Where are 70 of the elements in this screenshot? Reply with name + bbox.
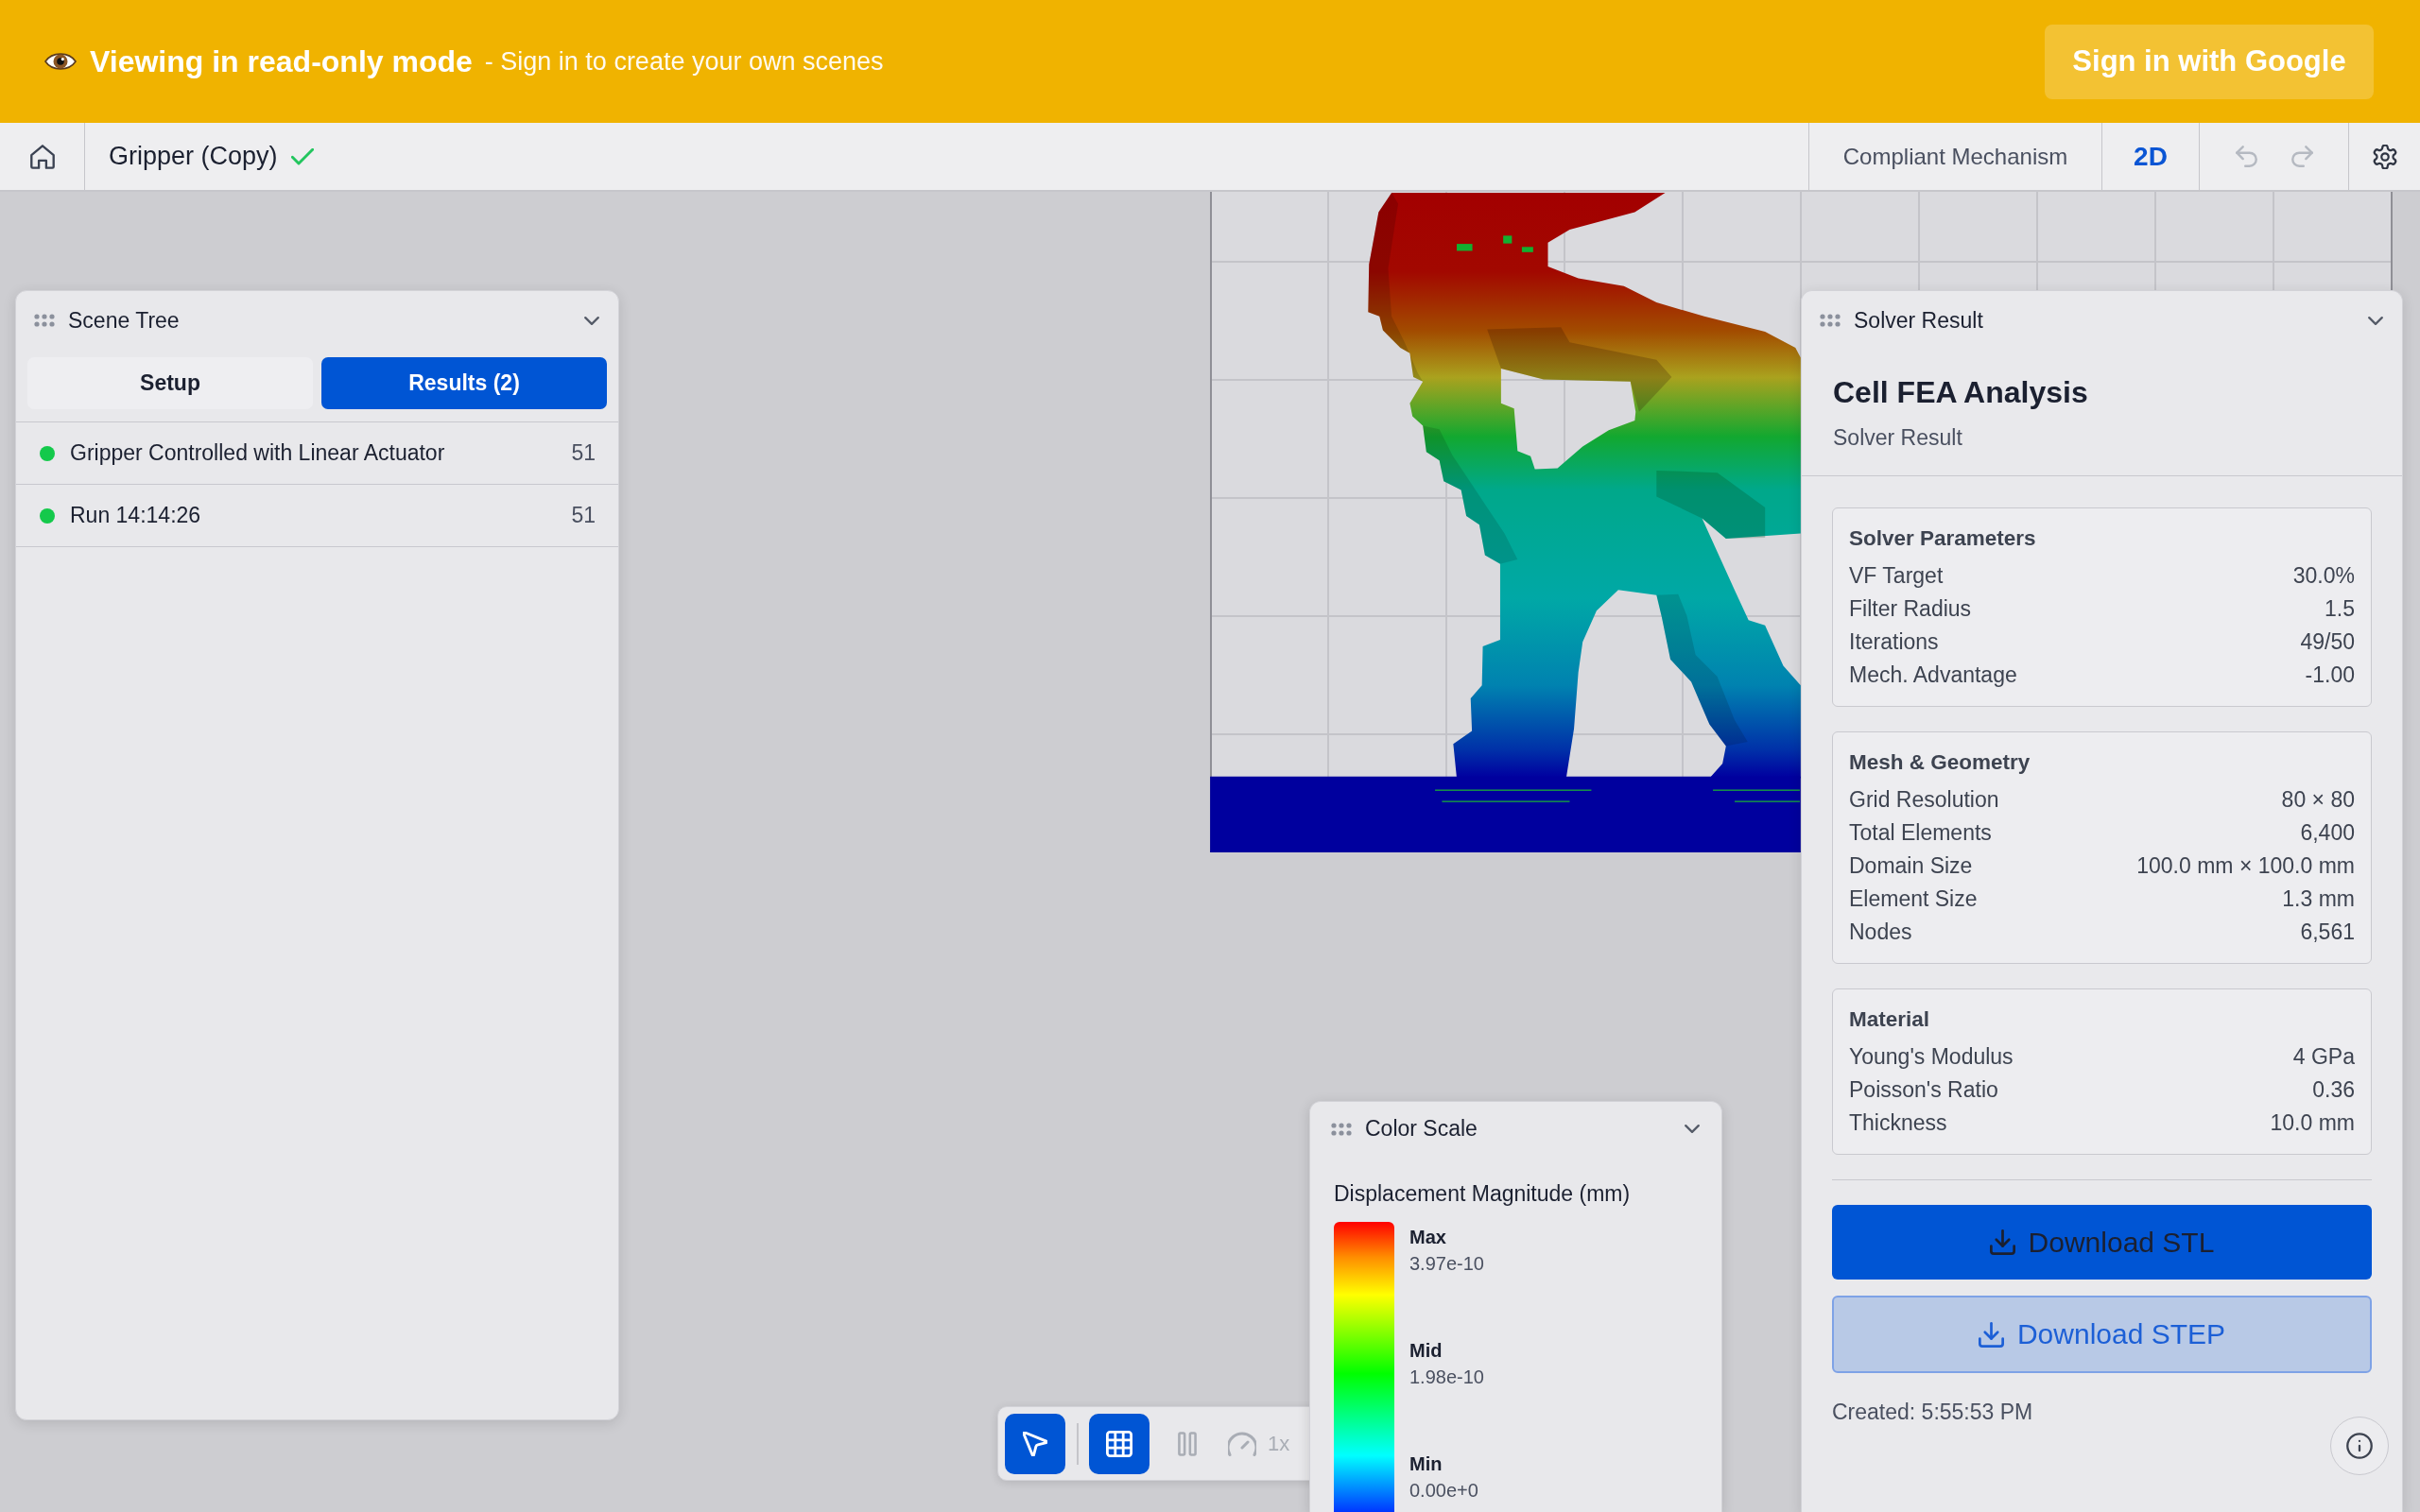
param-value: 10.0 mm [2270,1109,2355,1137]
banner-message: - Sign in to create your own scenes [484,46,884,77]
grid-toggle-button[interactable] [1089,1413,1150,1474]
created-time: Created: 5:55:53 PM [1832,1399,2034,1425]
param-label: Grid Resolution [1849,786,1999,814]
param-value: 1.5 [2325,595,2355,623]
eye-icon [44,50,77,73]
param-value: -1.00 [2305,662,2355,689]
param-value: 6,561 [2300,919,2355,946]
panel-title: Solver Result [1854,307,1984,334]
result-name[interactable]: Run 14:14:26 [70,503,572,528]
param-label: Filter Radius [1849,595,1972,623]
result-subheading: Solver Result [1833,424,1963,452]
tab[interactable]: Setup [27,357,313,409]
param-label: Mech. Advantage [1849,662,2017,689]
panel-title: Color Scale [1365,1116,1478,1142]
select-tool-button[interactable] [1005,1413,1065,1474]
drag-handle-icon[interactable] [1331,1122,1352,1136]
download-icon [1978,1321,2004,1348]
chevron-down-icon[interactable] [584,316,599,325]
result-count: 51 [571,503,596,528]
result-count: 51 [571,440,596,466]
scale-stop-label: Max [1409,1226,1447,1249]
cursor-icon [1023,1431,1047,1456]
panel-title: Scene Tree [68,307,181,334]
mode-button[interactable]: Compliant Mechanism [1808,123,2101,190]
param-value: 80 × 80 [2281,786,2355,814]
scale-stop-value: 3.97e-10 [1409,1252,1484,1276]
scale-stop-value: 1.98e-10 [1409,1366,1484,1389]
param-label: Element Size [1849,885,1978,913]
card-title: Mesh & Geometry [1849,749,2031,776]
card-title: Material [1849,1006,1931,1033]
info-icon [2346,1433,2373,1459]
project-title: Gripper (Copy) [109,142,278,171]
chevron-down-icon[interactable] [1685,1125,1700,1133]
param-label: Domain Size [1849,852,1973,880]
param-label: Thickness [1849,1109,1947,1137]
param-value: 6,400 [2300,819,2355,847]
tab[interactable]: Results (2) [321,357,607,409]
param-label: Iterations [1849,628,1939,656]
param-label: Total Elements [1849,819,1992,847]
param-value: 30.0% [2292,562,2355,590]
param-value: 4 GPa [2292,1043,2355,1071]
param-label: Poisson's Ratio [1849,1076,1998,1104]
scale-stop-label: Min [1409,1452,1443,1476]
param-value: 0.36 [2312,1076,2355,1104]
param-label: VF Target [1849,562,1944,590]
download-icon [1989,1229,2015,1255]
banner-title: Viewing in read-only mode [90,43,473,79]
result-heading: Cell FEA Analysis [1833,374,2089,411]
scale-stop-value: 0.00e+0 [1409,1479,1479,1503]
gauge-icon [1228,1431,1256,1456]
drag-handle-icon[interactable] [34,314,55,327]
result-name[interactable]: Gripper Controlled with Linear Actuator [70,440,572,466]
view-mode-button[interactable]: 2D [2101,123,2199,190]
card-title: Solver Parameters [1849,525,2037,552]
pause-icon [1178,1431,1197,1456]
scale-quantity: Displacement Magnitude (mm) [1334,1180,1632,1208]
download-button[interactable]: Download STEP [1832,1296,2372,1373]
chevron-down-icon[interactable] [2368,316,2383,325]
home-icon[interactable] [29,144,55,169]
param-label: Young's Modulus [1849,1043,2014,1071]
grid-icon [1106,1430,1132,1457]
param-value: 49/50 [2300,628,2355,656]
scale-stop-label: Mid [1409,1339,1443,1363]
drag-handle-icon[interactable] [1820,314,1841,327]
param-value: 100.0 mm × 100.0 mm [2136,852,2355,880]
param-value: 1.3 mm [2282,885,2355,913]
param-label: Nodes [1849,919,1912,946]
settings-icon[interactable] [2372,144,2397,169]
